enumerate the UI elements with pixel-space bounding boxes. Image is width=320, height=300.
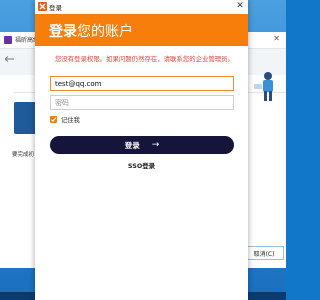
- app-logo-icon: [4, 36, 12, 44]
- close-icon[interactable]: ✕: [235, 0, 245, 13]
- error-message: 您没有登录权限。如果问题仍然存在，请联系您的企业管理员。: [55, 55, 234, 63]
- login-button[interactable]: 登录 →: [50, 136, 234, 154]
- arrow-right-icon: →: [151, 140, 160, 150]
- page-title-bold: 登录: [49, 24, 77, 40]
- close-icon[interactable]: ✕: [273, 34, 280, 43]
- page-title: 登录您的账户: [49, 21, 133, 41]
- sso-login-link[interactable]: SSO登录: [35, 161, 248, 170]
- dialog-title: 登录: [49, 4, 62, 12]
- checkbox-checked-icon[interactable]: [50, 116, 57, 123]
- email-field[interactable]: [50, 76, 234, 91]
- page-title-rest: 您的账户: [77, 24, 133, 40]
- remember-me-label: 记住我: [61, 117, 80, 124]
- foxit-logo-icon: [38, 2, 47, 11]
- background-app-caption: 要完成初: [12, 152, 35, 158]
- dialog-header: 登录您的账户: [35, 14, 248, 46]
- dialog-titlebar: 登录 ✕: [35, 0, 248, 14]
- password-field[interactable]: [50, 95, 234, 110]
- user-illustration: [14, 102, 36, 134]
- remember-me-checkbox[interactable]: 记住我: [50, 115, 80, 124]
- login-button-label: 登录: [124, 140, 140, 150]
- login-dialog: 登录 ✕ 登录您的账户 您没有登录权限。如果问题仍然存在，请联系您的企业管理员。…: [35, 0, 248, 300]
- cancel-button[interactable]: 取消(C): [244, 246, 284, 260]
- person-illustration-icon: [254, 72, 273, 101]
- back-arrow-icon[interactable]: [5, 56, 15, 62]
